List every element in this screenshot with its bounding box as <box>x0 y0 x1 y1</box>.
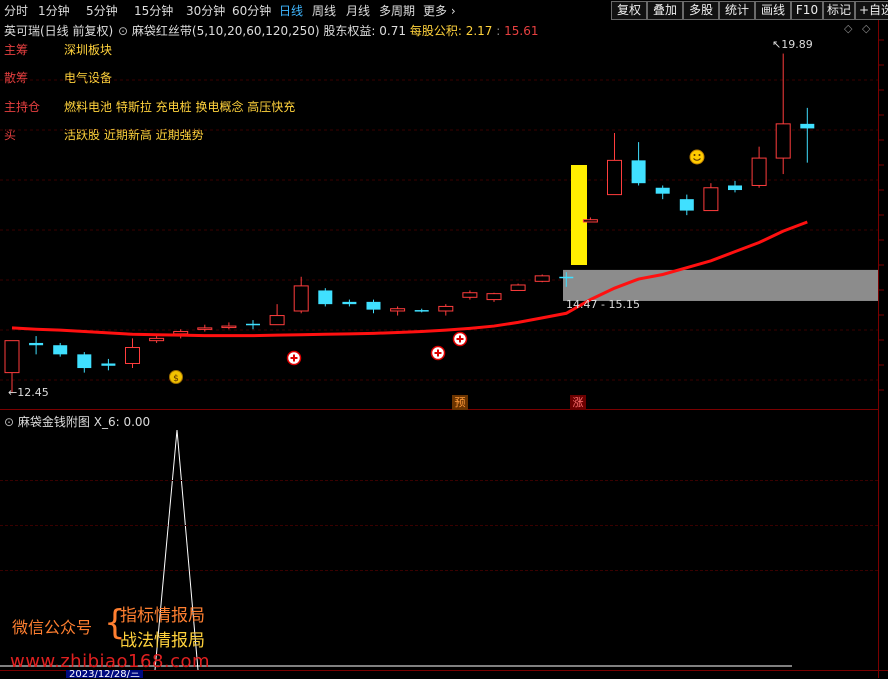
tab-15min[interactable]: 15分钟 <box>134 2 173 19</box>
candle-body <box>4 340 20 374</box>
candle-body <box>582 219 598 223</box>
smiley-icon <box>698 154 701 156</box>
candle-body <box>800 123 815 129</box>
candle-body <box>462 292 478 298</box>
draw-line-button[interactable]: 画线 <box>755 1 791 20</box>
tab-monthly[interactable]: 月线 <box>346 2 370 19</box>
candle-body <box>486 293 502 301</box>
candle-body <box>197 327 213 330</box>
signal-marker-yu: 预 <box>452 395 468 410</box>
tab-60min[interactable]: 60分钟 <box>232 2 271 19</box>
candle-body <box>438 305 454 312</box>
sub-grid-line <box>0 570 878 571</box>
fuquan-button[interactable]: 复权 <box>611 1 647 20</box>
sub-grid-line <box>0 525 878 526</box>
arrow-left-icon: ← <box>8 386 18 399</box>
candlestick-chart[interactable]: $ <box>0 20 888 410</box>
high-price-value: 19.89 <box>781 38 813 51</box>
candle-body <box>534 275 550 282</box>
overlay-button[interactable]: 叠加 <box>647 1 683 20</box>
candle-body <box>293 285 309 312</box>
watermark-url: www.zhibiao168.com <box>10 651 211 672</box>
candle-body <box>101 363 116 366</box>
candle-body <box>775 123 791 159</box>
watermark-line2: 战法情报局 <box>120 631 205 651</box>
candle-body <box>149 337 165 342</box>
tab-30min[interactable]: 30分钟 <box>186 2 225 19</box>
candle-body <box>77 354 92 369</box>
smiley-icon <box>693 154 696 156</box>
cursor-date: 2023/12/28/三 <box>66 670 144 678</box>
money-bag-icon: $ <box>173 374 179 384</box>
candle-body <box>751 157 767 186</box>
candle-body <box>173 331 189 335</box>
support-zone <box>563 269 878 301</box>
signal-marker-zhang: 涨 <box>570 395 586 410</box>
candle-body <box>728 185 742 191</box>
mark-button[interactable]: 标记 <box>823 1 855 20</box>
statistics-button[interactable]: 统计 <box>719 1 755 20</box>
candle-body <box>679 199 694 211</box>
low-price-value: 12.45 <box>17 386 49 399</box>
high-price-label: ↖19.89 <box>772 38 813 51</box>
period-toolbar: 分时 1分钟 5分钟 15分钟 30分钟 60分钟 日线 周线 月线 多周期 更… <box>0 0 888 20</box>
candle-body <box>318 290 333 305</box>
candle-body <box>703 187 719 212</box>
add-watchlist-button[interactable]: +自选 <box>855 1 888 20</box>
tab-1min[interactable]: 1分钟 <box>38 2 70 19</box>
candle-body <box>29 342 44 346</box>
candle-body <box>390 308 406 312</box>
sub-grid-line <box>0 480 878 481</box>
candle-body <box>607 159 622 196</box>
chevron-right-icon: › <box>447 4 456 18</box>
candle-body <box>246 323 260 326</box>
tab-multi-period[interactable]: 多周期 <box>379 2 415 19</box>
candle-body <box>366 301 381 310</box>
breakout-bar <box>571 165 587 265</box>
candle-body <box>342 301 357 305</box>
candle-body <box>510 284 526 291</box>
candle-body <box>631 160 646 184</box>
tab-5min[interactable]: 5分钟 <box>86 2 118 19</box>
tab-daily[interactable]: 日线 <box>279 2 303 19</box>
low-price-label: ←12.45 <box>8 386 49 399</box>
watermark-line1: 指标情报局 <box>120 606 205 626</box>
candle-body <box>221 325 237 329</box>
candle-body <box>53 345 68 355</box>
candle-body <box>559 276 574 279</box>
tab-more[interactable]: 更多 › <box>423 2 456 19</box>
tab-weekly[interactable]: 周线 <box>312 2 336 19</box>
arrow-left-icon: ↖ <box>772 38 782 51</box>
zone-range-label: 14.47 - 15.15 <box>566 298 640 311</box>
tab-intraday[interactable]: 分时 <box>4 2 28 19</box>
tab-more-label: 更多 <box>423 4 448 18</box>
watermark-platform: 微信公众号 <box>12 618 93 637</box>
smiley-icon <box>689 149 705 165</box>
candle-body <box>269 315 285 326</box>
candle-body <box>655 187 670 194</box>
multi-stock-button[interactable]: 多股 <box>683 1 719 20</box>
candle-body <box>125 347 140 364</box>
candle-body <box>414 310 429 312</box>
f10-button[interactable]: F10 <box>791 1 823 20</box>
